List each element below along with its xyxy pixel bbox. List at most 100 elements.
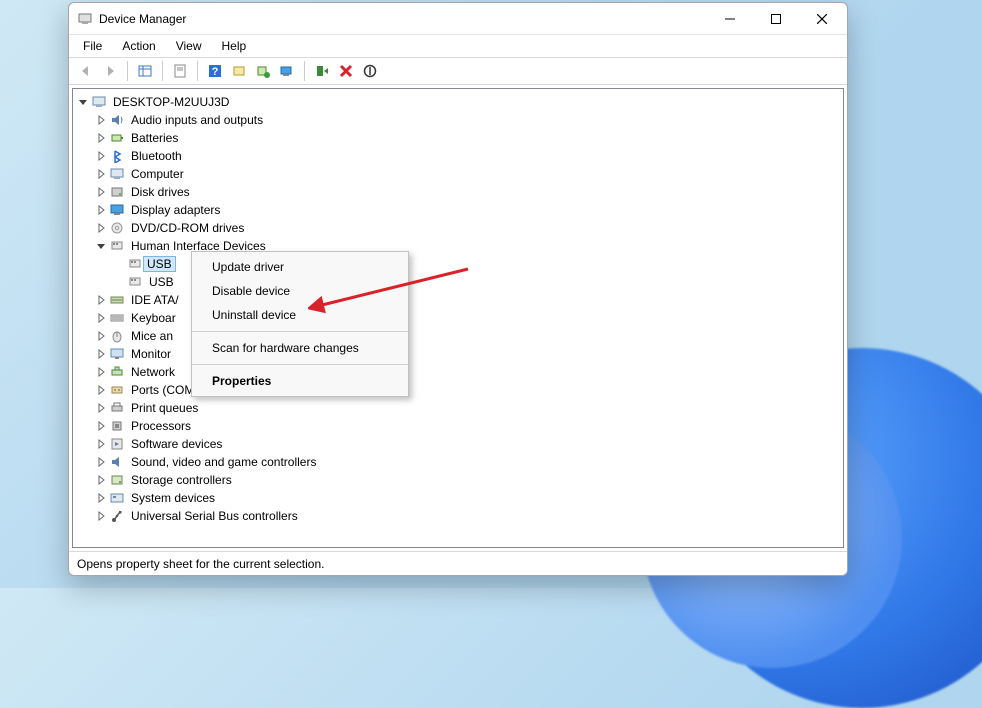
tree-caret-icon[interactable] xyxy=(93,130,109,146)
update-driver-button[interactable] xyxy=(228,60,250,82)
tree-caret-icon[interactable] xyxy=(93,310,109,326)
close-button[interactable] xyxy=(799,4,845,34)
dvd-icon xyxy=(109,220,125,236)
tree-category-display[interactable]: Display adapters xyxy=(75,201,841,219)
tree-item-label: Bluetooth xyxy=(129,149,184,163)
scan-hardware-button[interactable] xyxy=(276,60,298,82)
tree-caret-icon[interactable] xyxy=(93,436,109,452)
tree-root[interactable]: DESKTOP-M2UUJ3D xyxy=(75,93,841,111)
audio-icon xyxy=(109,112,125,128)
usb-icon xyxy=(109,508,125,524)
tree-category-computer[interactable]: Computer xyxy=(75,165,841,183)
tree-caret-icon[interactable] xyxy=(93,166,109,182)
tree-caret-icon[interactable] xyxy=(93,364,109,380)
titlebar: Device Manager xyxy=(69,3,847,35)
tree-category-usb[interactable]: Universal Serial Bus controllers xyxy=(75,507,841,525)
device-tree[interactable]: DESKTOP-M2UUJ3D Audio inputs and outputs B… xyxy=(73,89,843,529)
tree-category-port[interactable]: Ports (COM & LPT) xyxy=(75,381,841,399)
menubar: File Action View Help xyxy=(69,35,847,57)
tree-category-bluetooth[interactable]: Bluetooth xyxy=(75,147,841,165)
hid-icon xyxy=(109,238,125,254)
show-hidden-button[interactable] xyxy=(134,60,156,82)
tree-category-printer[interactable]: Print queues xyxy=(75,399,841,417)
tree-category-network[interactable]: Network xyxy=(75,363,841,381)
delete-button[interactable] xyxy=(335,60,357,82)
system-icon xyxy=(109,490,125,506)
toolbar: ? xyxy=(69,57,847,85)
tree-caret-icon[interactable] xyxy=(93,508,109,524)
status-text: Opens property sheet for the current sel… xyxy=(77,557,324,571)
context-menu-item[interactable]: Update driver xyxy=(192,255,408,279)
uninstall-button[interactable] xyxy=(252,60,274,82)
menu-view[interactable]: View xyxy=(168,37,210,55)
tree-category-storage[interactable]: Storage controllers xyxy=(75,471,841,489)
back-button[interactable] xyxy=(75,60,97,82)
disk-icon xyxy=(109,184,125,200)
tree-category-keyboard[interactable]: Keyboar xyxy=(75,309,841,327)
printer-icon xyxy=(109,400,125,416)
context-menu-item[interactable]: Properties xyxy=(192,369,408,393)
tree-item-label: Sound, video and game controllers xyxy=(129,455,318,469)
forward-button[interactable] xyxy=(99,60,121,82)
menu-action[interactable]: Action xyxy=(114,37,163,55)
tree-item-label: DVD/CD-ROM drives xyxy=(129,221,246,235)
context-menu-item[interactable]: Disable device xyxy=(192,279,408,303)
tree-item-label: Universal Serial Bus controllers xyxy=(129,509,300,523)
context-menu-separator xyxy=(192,364,408,365)
ide-icon xyxy=(109,292,125,308)
menu-help[interactable]: Help xyxy=(214,37,255,55)
help-button[interactable]: ? xyxy=(204,60,226,82)
tree-caret-icon[interactable] xyxy=(93,112,109,128)
tree-caret-icon[interactable] xyxy=(93,292,109,308)
tree-caret-icon[interactable] xyxy=(93,400,109,416)
tree-device-item[interactable]: USB xyxy=(75,255,841,273)
statusbar: Opens property sheet for the current sel… xyxy=(69,551,847,575)
tree-category-system[interactable]: System devices xyxy=(75,489,841,507)
enable-button[interactable] xyxy=(311,60,333,82)
tree-caret-icon[interactable] xyxy=(93,418,109,434)
context-menu-item[interactable]: Scan for hardware changes xyxy=(192,336,408,360)
tree-caret-icon[interactable] xyxy=(93,202,109,218)
tree-category-audio[interactable]: Audio inputs and outputs xyxy=(75,111,841,129)
toolbar-separator xyxy=(197,61,198,81)
tree-category-cpu[interactable]: Processors xyxy=(75,417,841,435)
tree-category-dvd[interactable]: DVD/CD-ROM drives xyxy=(75,219,841,237)
tree-caret-icon[interactable] xyxy=(93,472,109,488)
menu-file[interactable]: File xyxy=(75,37,110,55)
tree-caret-icon[interactable] xyxy=(75,94,91,110)
tree-item-label: Processors xyxy=(129,419,193,433)
tree-caret-icon[interactable] xyxy=(93,346,109,362)
tree-caret-icon[interactable] xyxy=(93,184,109,200)
tree-device-item[interactable]: USB xyxy=(75,273,841,291)
storage-icon xyxy=(109,472,125,488)
software-icon xyxy=(109,436,125,452)
tree-caret-icon[interactable] xyxy=(93,220,109,236)
tree-category-disk[interactable]: Disk drives xyxy=(75,183,841,201)
minimize-button[interactable] xyxy=(707,4,753,34)
tree-caret-icon[interactable] xyxy=(93,328,109,344)
tree-category-hid[interactable]: Human Interface Devices xyxy=(75,237,841,255)
tree-caret-icon[interactable] xyxy=(93,148,109,164)
tree-item-label: Audio inputs and outputs xyxy=(129,113,265,127)
context-menu-item[interactable]: Uninstall device xyxy=(192,303,408,327)
properties-button[interactable] xyxy=(169,60,191,82)
tree-item-label: Software devices xyxy=(129,437,224,451)
context-menu-separator xyxy=(192,331,408,332)
tree-caret-icon[interactable] xyxy=(93,454,109,470)
tree-item-label: Storage controllers xyxy=(129,473,234,487)
disable-button[interactable] xyxy=(359,60,381,82)
tree-caret-icon[interactable] xyxy=(93,490,109,506)
toolbar-separator xyxy=(127,61,128,81)
tree-category-software[interactable]: Software devices xyxy=(75,435,841,453)
tree-category-sound[interactable]: Sound, video and game controllers xyxy=(75,453,841,471)
display-icon xyxy=(109,202,125,218)
tree-caret-icon[interactable] xyxy=(93,382,109,398)
tree-item-label: Keyboar xyxy=(129,311,178,325)
tree-category-monitor[interactable]: Monitor xyxy=(75,345,841,363)
tree-category-battery[interactable]: Batteries xyxy=(75,129,841,147)
tree-category-mouse[interactable]: Mice an xyxy=(75,327,841,345)
tree-caret-icon[interactable] xyxy=(93,238,109,254)
tree-category-ide[interactable]: IDE ATA/ xyxy=(75,291,841,309)
maximize-button[interactable] xyxy=(753,4,799,34)
tree-item-label: Network xyxy=(129,365,177,379)
